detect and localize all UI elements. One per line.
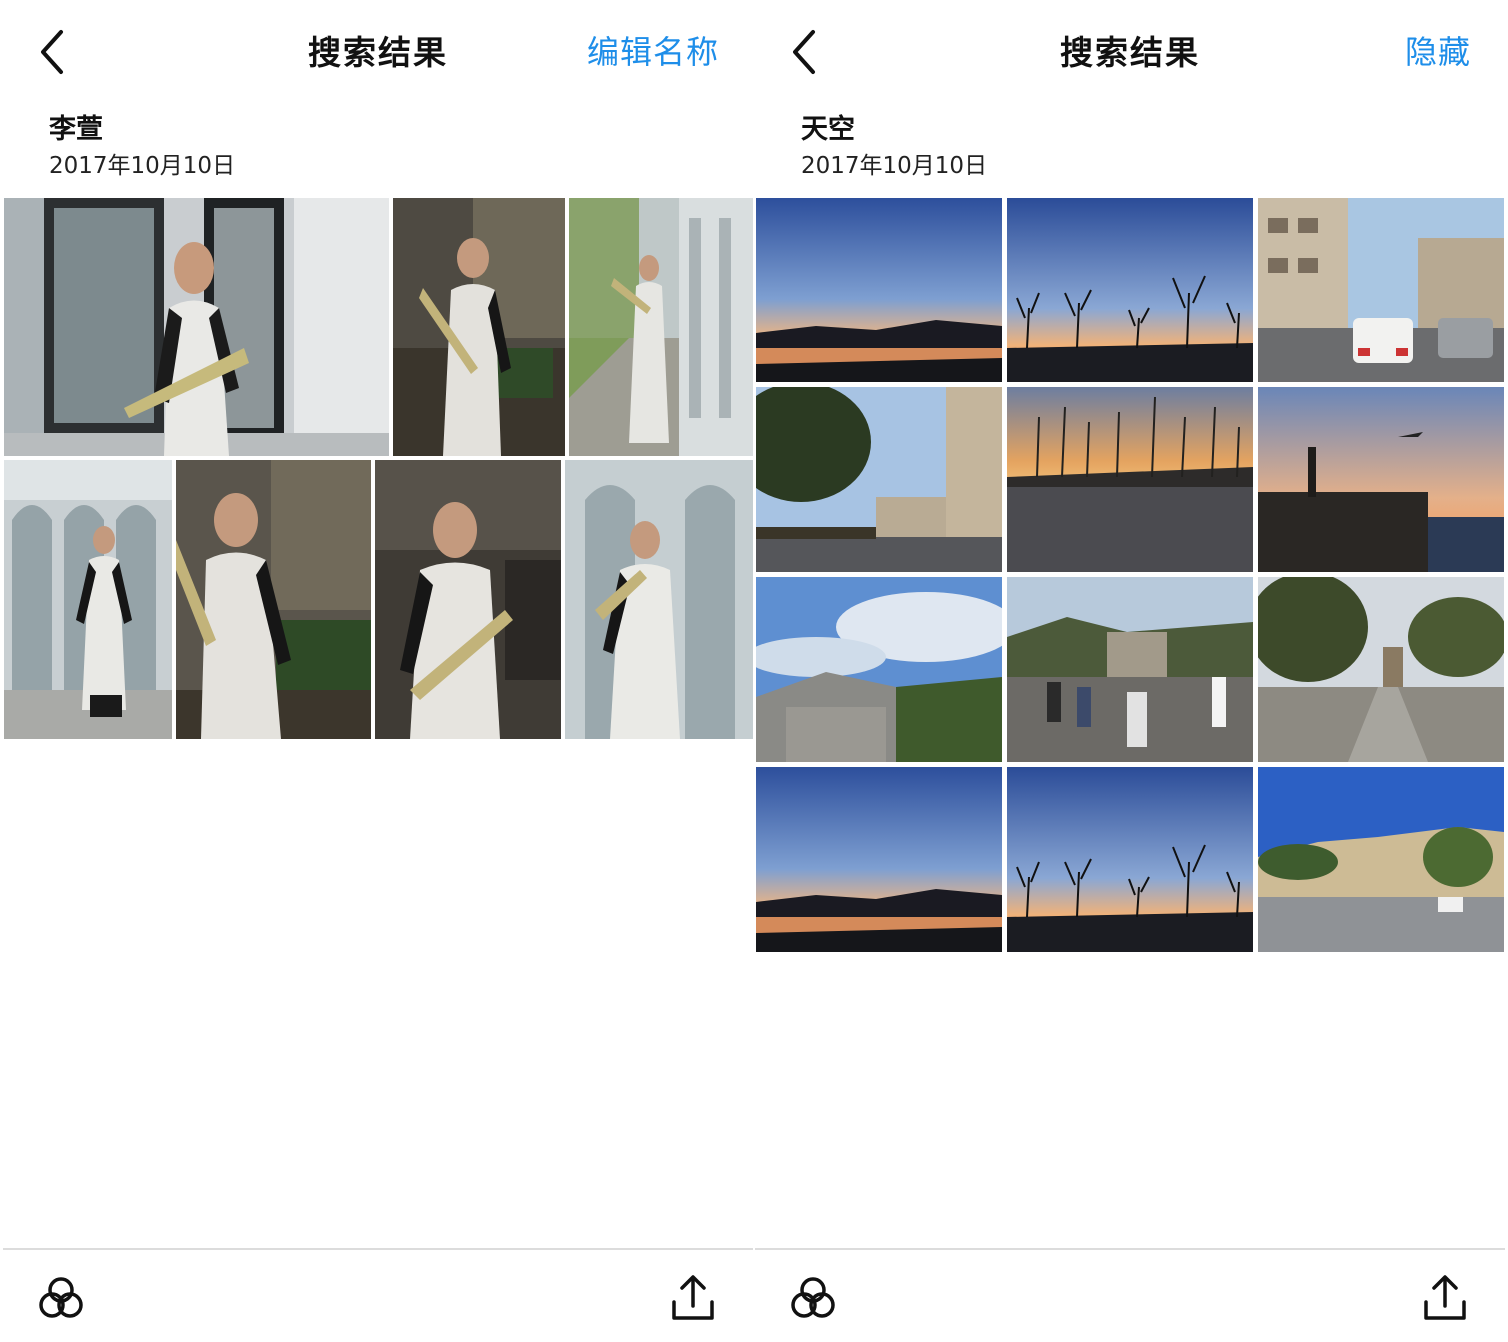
- album-header: 天空 2017年10月10日: [801, 112, 987, 184]
- share-icon: [672, 1275, 714, 1320]
- photo-thumbnail[interactable]: [1258, 387, 1504, 572]
- photo-thumbnail[interactable]: [176, 460, 371, 739]
- photo-thumbnail[interactable]: [756, 198, 1002, 382]
- photo-thumbnail[interactable]: [4, 460, 172, 739]
- page-title: 搜索结果: [1060, 33, 1200, 72]
- album-name: 天空: [801, 114, 855, 145]
- page: 搜索结果 编辑名称 李萱 2017年10月10日 搜索结果 隐藏 天空 2017…: [0, 0, 1508, 1342]
- navigation-bar: 搜索结果 编辑名称: [3, 0, 753, 100]
- album-date: 2017年10月10日: [801, 153, 988, 179]
- chevron-left-icon: [41, 30, 63, 74]
- navigation-bar: 搜索结果 隐藏: [755, 0, 1505, 100]
- share-button[interactable]: [1421, 1274, 1469, 1322]
- photo-thumbnail[interactable]: [756, 387, 1002, 572]
- photo-thumbnail[interactable]: [569, 198, 753, 456]
- album-name: 李萱: [49, 114, 103, 145]
- bottom-toolbar: [755, 1248, 1505, 1342]
- back-button[interactable]: [785, 26, 825, 78]
- photo-thumbnail[interactable]: [1007, 577, 1253, 762]
- album-header: 李萱 2017年10月10日: [49, 112, 235, 184]
- photo-thumbnail[interactable]: [756, 577, 1002, 762]
- photo-thumbnail[interactable]: [756, 767, 1002, 952]
- filter-circles-button[interactable]: [789, 1274, 837, 1322]
- photo-thumbnail[interactable]: [1007, 767, 1253, 952]
- photo-thumbnail[interactable]: [1258, 198, 1504, 382]
- photo-thumbnail[interactable]: [1007, 387, 1253, 572]
- photo-thumbnail[interactable]: [4, 198, 389, 456]
- edit-name-button[interactable]: 编辑名称: [587, 27, 719, 73]
- share-icon: [1424, 1275, 1466, 1320]
- photo-thumbnail[interactable]: [375, 460, 561, 739]
- photo-thumbnail[interactable]: [1258, 767, 1504, 952]
- photo-thumbnail[interactable]: [1007, 198, 1253, 382]
- screen-scene-results: 搜索结果 隐藏 天空 2017年10月10日: [755, 0, 1505, 1342]
- photo-thumbnail[interactable]: [1258, 577, 1504, 762]
- screen-person-results: 搜索结果 编辑名称 李萱 2017年10月10日: [3, 0, 753, 1342]
- filter-circles-icon: [791, 1277, 835, 1318]
- album-date: 2017年10月10日: [49, 153, 236, 179]
- filter-circles-button[interactable]: [37, 1274, 85, 1322]
- hide-button[interactable]: 隐藏: [1405, 27, 1471, 73]
- share-button[interactable]: [669, 1274, 717, 1322]
- back-button[interactable]: [33, 26, 73, 78]
- photo-thumbnail[interactable]: [393, 198, 565, 456]
- chevron-left-icon: [793, 30, 815, 74]
- bottom-toolbar: [3, 1248, 753, 1342]
- photo-thumbnail[interactable]: [565, 460, 753, 739]
- filter-circles-icon: [39, 1277, 83, 1318]
